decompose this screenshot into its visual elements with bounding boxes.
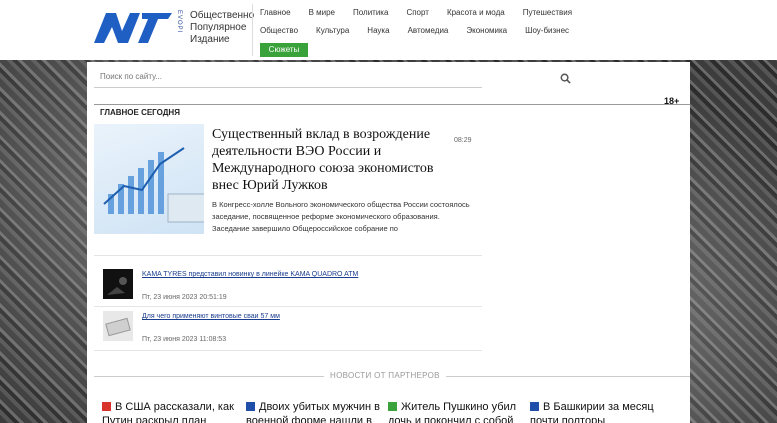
search-icon[interactable] bbox=[560, 73, 571, 84]
nav-item-science[interactable]: Наука bbox=[367, 26, 389, 35]
main-story-image[interactable] bbox=[94, 124, 204, 234]
news-item-date: Пт, 23 июня 2023 11:08:53 bbox=[142, 336, 227, 343]
news-thumbnail[interactable] bbox=[103, 311, 133, 341]
nav-item-auto[interactable]: Автомедиа bbox=[408, 26, 449, 35]
site-logo[interactable] bbox=[92, 9, 174, 47]
partner-card-text: В Башкирии за месяц почти полторы bbox=[530, 401, 654, 423]
chart-illustration-icon bbox=[103, 147, 204, 223]
partners-section: НОВОСТИ ОТ ПАРТНЕРОВ bbox=[94, 370, 690, 384]
logo-side-text: EVOPI bbox=[176, 10, 182, 34]
nav-item-society[interactable]: Общество bbox=[260, 26, 298, 35]
logo-line: Издание bbox=[190, 34, 230, 45]
partner-card-text: В США рассказали, как Путин раскрыл план bbox=[102, 401, 234, 423]
stories-button[interactable]: Сюжеты bbox=[260, 43, 308, 57]
partner-card[interactable]: В Башкирии за месяц почти полторы bbox=[530, 400, 672, 423]
nav-primary: Главное В мире Политика Спорт Красота и … bbox=[260, 8, 590, 17]
news-item-date: Пт, 23 июня 2023 20:51:19 bbox=[142, 294, 227, 301]
section-header: ГЛАВНОЕ СЕГОДНЯ bbox=[94, 104, 690, 120]
header-divider bbox=[252, 4, 253, 56]
source-icon bbox=[102, 402, 111, 411]
logo-tagline: Общественно Популярное Издание bbox=[190, 10, 254, 46]
source-icon bbox=[246, 402, 255, 411]
logo-line: Общественно bbox=[190, 10, 255, 21]
news-item-title[interactable]: Для чего применяют винтовые сваи 57 мм bbox=[142, 313, 280, 320]
partner-card-text: Двоих убитых мужчин в военной форме нашл… bbox=[246, 401, 380, 423]
nav-item-world[interactable]: В мире bbox=[309, 8, 335, 17]
divider bbox=[94, 255, 482, 256]
nav-item-politics[interactable]: Политика bbox=[353, 8, 388, 17]
divider bbox=[94, 306, 482, 307]
nav-item-economy[interactable]: Экономика bbox=[466, 26, 507, 35]
partner-card[interactable]: Двоих убитых мужчин в военной форме нашл… bbox=[246, 400, 388, 423]
nav-item-showbiz[interactable]: Шоу-бизнес bbox=[525, 26, 569, 35]
partner-card-text: Житель Пушкино убил дочь и покончил с со… bbox=[388, 401, 517, 423]
nav-item-sport[interactable]: Спорт bbox=[406, 8, 429, 17]
section-title: ГЛАВНОЕ СЕГОДНЯ bbox=[100, 108, 180, 117]
search-input[interactable] bbox=[100, 72, 460, 81]
source-icon bbox=[530, 402, 539, 411]
source-icon bbox=[388, 402, 397, 411]
divider bbox=[94, 350, 482, 351]
logo-line: Популярное bbox=[190, 22, 247, 33]
partners-label: НОВОСТИ ОТ ПАРТНЕРОВ bbox=[324, 371, 446, 380]
nav-item-beauty[interactable]: Красота и мода bbox=[447, 8, 505, 17]
search-bar bbox=[94, 68, 571, 88]
main-story-lead: В Конгресс-холле Вольного экономического… bbox=[212, 200, 470, 233]
main-story-title[interactable]: Существенный вклад в возрождение деятель… bbox=[212, 126, 448, 194]
partner-card[interactable]: Житель Пушкино убил дочь и покончил с со… bbox=[388, 400, 530, 423]
nav-item-main[interactable]: Главное bbox=[260, 8, 291, 17]
nav-item-culture[interactable]: Культура bbox=[316, 26, 349, 35]
site-header: EVOPI Общественно Популярное Издание Гла… bbox=[0, 0, 777, 60]
nav-item-travel[interactable]: Путешествия bbox=[523, 8, 572, 17]
nav-secondary: Общество Культура Наука Автомедиа Эконом… bbox=[260, 26, 587, 35]
main-story-time: 08:29 bbox=[454, 137, 472, 144]
news-thumbnail[interactable] bbox=[103, 269, 133, 299]
news-item-title[interactable]: KAMA TYRES представил новинку в линейке … bbox=[142, 271, 358, 278]
partner-card[interactable]: В США рассказали, как Путин раскрыл план bbox=[102, 400, 244, 423]
